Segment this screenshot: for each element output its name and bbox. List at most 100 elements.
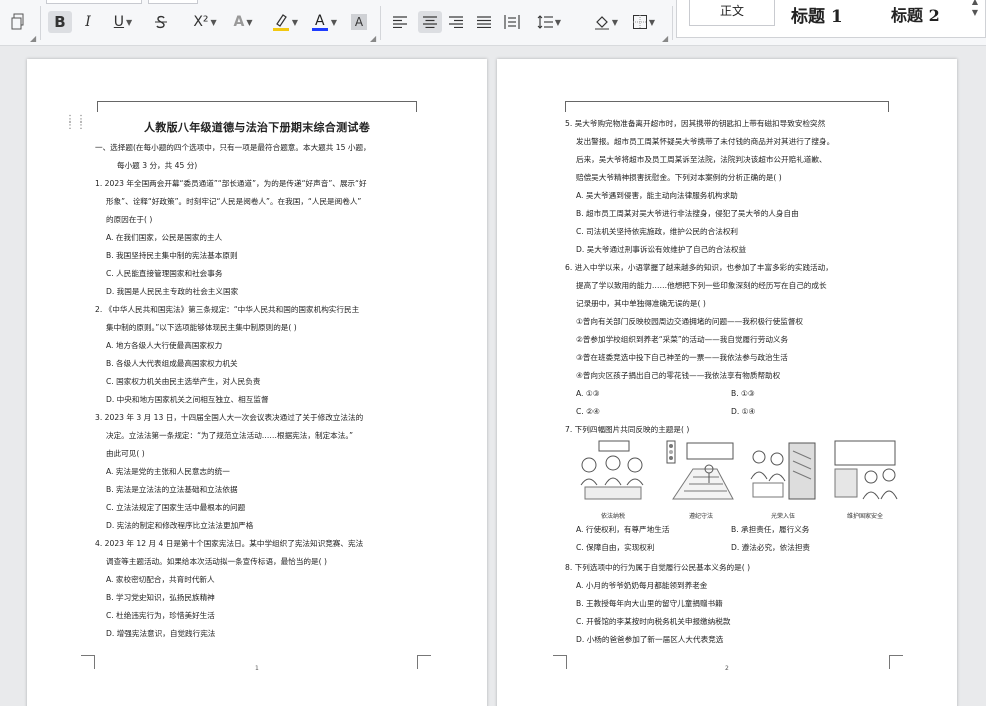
cartoon-enlistment-image [745,439,821,503]
crop-mark [417,655,431,669]
text-line: C. 立法法规定了国家生活中最根本的问题 [106,503,246,512]
italic-button[interactable]: I [78,11,98,33]
font-color-icon: A [311,13,328,31]
text-line: 8. 下列选项中的行为属于自觉履行公民基本义务的是( ) [565,563,751,572]
cartoon-tax-image [575,439,651,503]
text-line: B. 宪法是立法法的立法基础和立法依据 [106,485,238,494]
paint-bucket-icon [594,16,609,30]
borders-button[interactable]: ▼ [628,11,660,33]
text-line: C. 保障自由，实现权利 [576,543,655,552]
question-7-pictures: 依法纳税 遵纪守法 光荣入伍 维护国家安全 [575,439,915,521]
document-page-1: ⋮⋮ ⋮⋮ 人教版八年级道德与法治下册期末综合测试卷 一、选择题(在每小题的四个选… [27,59,487,706]
strikethrough-button[interactable] [150,11,172,33]
text-line: ④曾向灾区孩子捐出自己的零花钱——我依法享有物质帮助权 [576,371,781,380]
font-name-select[interactable] [46,0,142,4]
text-line: 记录册中，其中单独得准确无误的是( ) [576,299,706,308]
crop-mark [81,655,95,669]
text-line: ③曾在班委竞选中投下自己神圣的一票——我依法参与政治生活 [576,353,788,362]
distributed-icon [504,15,520,29]
text-line: 形象”、诠释“好政策”。时刻牢记“人民是阅卷人”。在我国，“人民是阅卷人” [106,197,362,206]
picture-caption: 维护国家安全 [846,513,883,520]
styles-scroll[interactable]: ▲ ▼ [969,0,981,18]
text-line: A. 地方各级人大行使最高国家权力 [106,341,223,350]
chevron-down-icon: ▼ [126,17,133,27]
chevron-down-icon[interactable]: ▼ [969,7,981,18]
chevron-down-icon: ▼ [554,17,562,27]
crop-mark [889,655,903,669]
bold-button[interactable]: B [48,11,72,33]
text-line: B. 学习党史知识，弘扬民族精神 [106,593,215,602]
chevron-down-icon: ▼ [210,17,217,27]
styles-gallery: 正文 标题 1 标题 2 ▲ ▼ [676,0,986,38]
text-line: C. 杜绝违宪行为，珍惜美好生活 [106,611,215,620]
underline-button[interactable]: U ▼ [108,11,138,33]
text-line: A. 家校密切配合，共育时代新人 [106,575,215,584]
text-line: 提高了学以致用的能力……他想把下列一些印象深刻的经历写在自己的成长 [576,281,827,290]
underline-label: U [113,14,125,30]
style-normal[interactable]: 正文 [689,0,775,26]
text-line: B. 超市员工周某对吴大爷进行非法搜身，侵犯了吴大爷的人身自由 [576,209,799,218]
text-effect-button[interactable]: A ▼ [228,11,258,33]
svg-text:A: A [315,13,325,29]
superscript-button[interactable]: X² ▼ [188,11,222,33]
align-center-button[interactable] [418,11,442,33]
character-shading-icon: A [351,14,367,30]
line-spacing-button[interactable]: ▼ [532,11,566,33]
character-shading-button[interactable]: A [348,12,370,32]
document-title: 人教版八年级道德与法治下册期末综合测试卷 [144,121,370,134]
ribbon-toolbar: ◢ B I U ▼ X² ▼ A ▼ ▼ A ▼ A ◢ ▼ ▼ ▼ ◢ 正文 … [0,0,986,46]
shading-button[interactable]: ▼ [590,11,622,33]
cartoon-national-security-image [827,439,903,503]
cartoon-traffic-image [663,439,739,503]
chevron-up-icon[interactable]: ▲ [969,0,981,7]
text-line: C. 国家权力机关由民主选举产生，对人民负责 [106,377,261,386]
chevron-down-icon: ▼ [246,17,253,27]
style-heading-2[interactable]: 标题 2 [891,2,940,26]
picture-caption: 遵纪守法 [688,513,713,520]
highlight-button[interactable]: ▼ [268,10,302,34]
align-left-button[interactable] [390,12,410,32]
text-line: D. 增强宪法意识，自觉践行宪法 [106,629,216,638]
text-line: 4. 2023 年 12 月 4 日是第十个国家宪法日。某中学组织了宪法知识竞赛… [95,539,364,548]
borders-icon [632,15,647,29]
option-item: D. 遵法必究，依法担责 [731,543,811,552]
text-line: 每小题 3 分，共 45 分) [117,161,198,170]
text-line: 的原因在于( ) [106,215,153,224]
text-line: 7. 下列四幅图片共同反映的主题是( ) [565,425,690,434]
header-line [565,101,889,112]
justify-button[interactable] [474,12,494,32]
text-line: 后来，吴大爷将超市及员工周某诉至法院，法院判决该超市公开赔礼道歉、 [576,155,827,164]
picture-caption: 依法纳税 [600,513,625,520]
align-right-button[interactable] [446,12,466,32]
align-center-icon [423,16,437,28]
text-line: 2. 《中华人民共和国宪法》第三条规定：“中华人民共和国的国家机构实行民主 [95,305,360,314]
superscript-label: X² [193,14,209,30]
paragraph-group-expand-icon[interactable]: ◢ [662,34,668,43]
text-line: D. 宪法的制定和修改程序比立法法更加严格 [106,521,254,530]
font-size-select[interactable] [148,0,198,4]
clipboard-group-expand-icon[interactable]: ◢ [30,34,36,43]
text-line: A. 行使权利，有尊严地生活 [576,525,670,534]
font-group-expand-icon[interactable]: ◢ [370,34,376,43]
text-line: 6. 进入中学以来，小语掌握了越来越多的知识，也参加了丰富多彩的实践活动， [565,263,833,272]
text-line: A. 吴大爷遇到侵害，能主动向法律服务机构求助 [576,191,738,200]
text-line: 集中制的原则。”以下选项能够体现民主集中制原则的是( ) [106,323,297,332]
text-line: 5. 吴大爷购完物准备离开超市时，因其携带的钥匙扣上带有磁扣导致安检突然 [565,119,826,128]
header-line [97,101,417,112]
page-number: 2 [725,665,729,672]
line-spacing-icon [537,15,553,29]
chevron-down-icon: ▼ [611,17,619,27]
distributed-button[interactable] [502,12,522,32]
format-painter-icon[interactable] [8,10,30,34]
align-right-icon [449,16,463,28]
text-line: D. 中央和地方国家机关之间相互独立、相互监督 [106,395,269,404]
text-line: 赔偿吴大爷精神损害抚慰金。下列对本案例的分析正确的是( ) [576,173,782,182]
font-color-button[interactable]: A ▼ [308,10,340,34]
text-line: 决定。立法法第一条规定：“为了规范立法活动……根据宪法，制定本法。” [106,431,354,440]
align-left-icon [393,16,407,28]
text-line: A. 小月的爷爷奶奶每月都能领到养老金 [576,581,708,590]
text-line: A. 在我们国家，公民是国家的主人 [106,233,223,242]
text-line: B. 各级人大代表组成最高国家权力机关 [106,359,238,368]
text-line: C. 开餐馆的李某按时向税务机关申报缴纳税款 [576,617,731,626]
style-heading-1[interactable]: 标题 1 [791,2,843,27]
